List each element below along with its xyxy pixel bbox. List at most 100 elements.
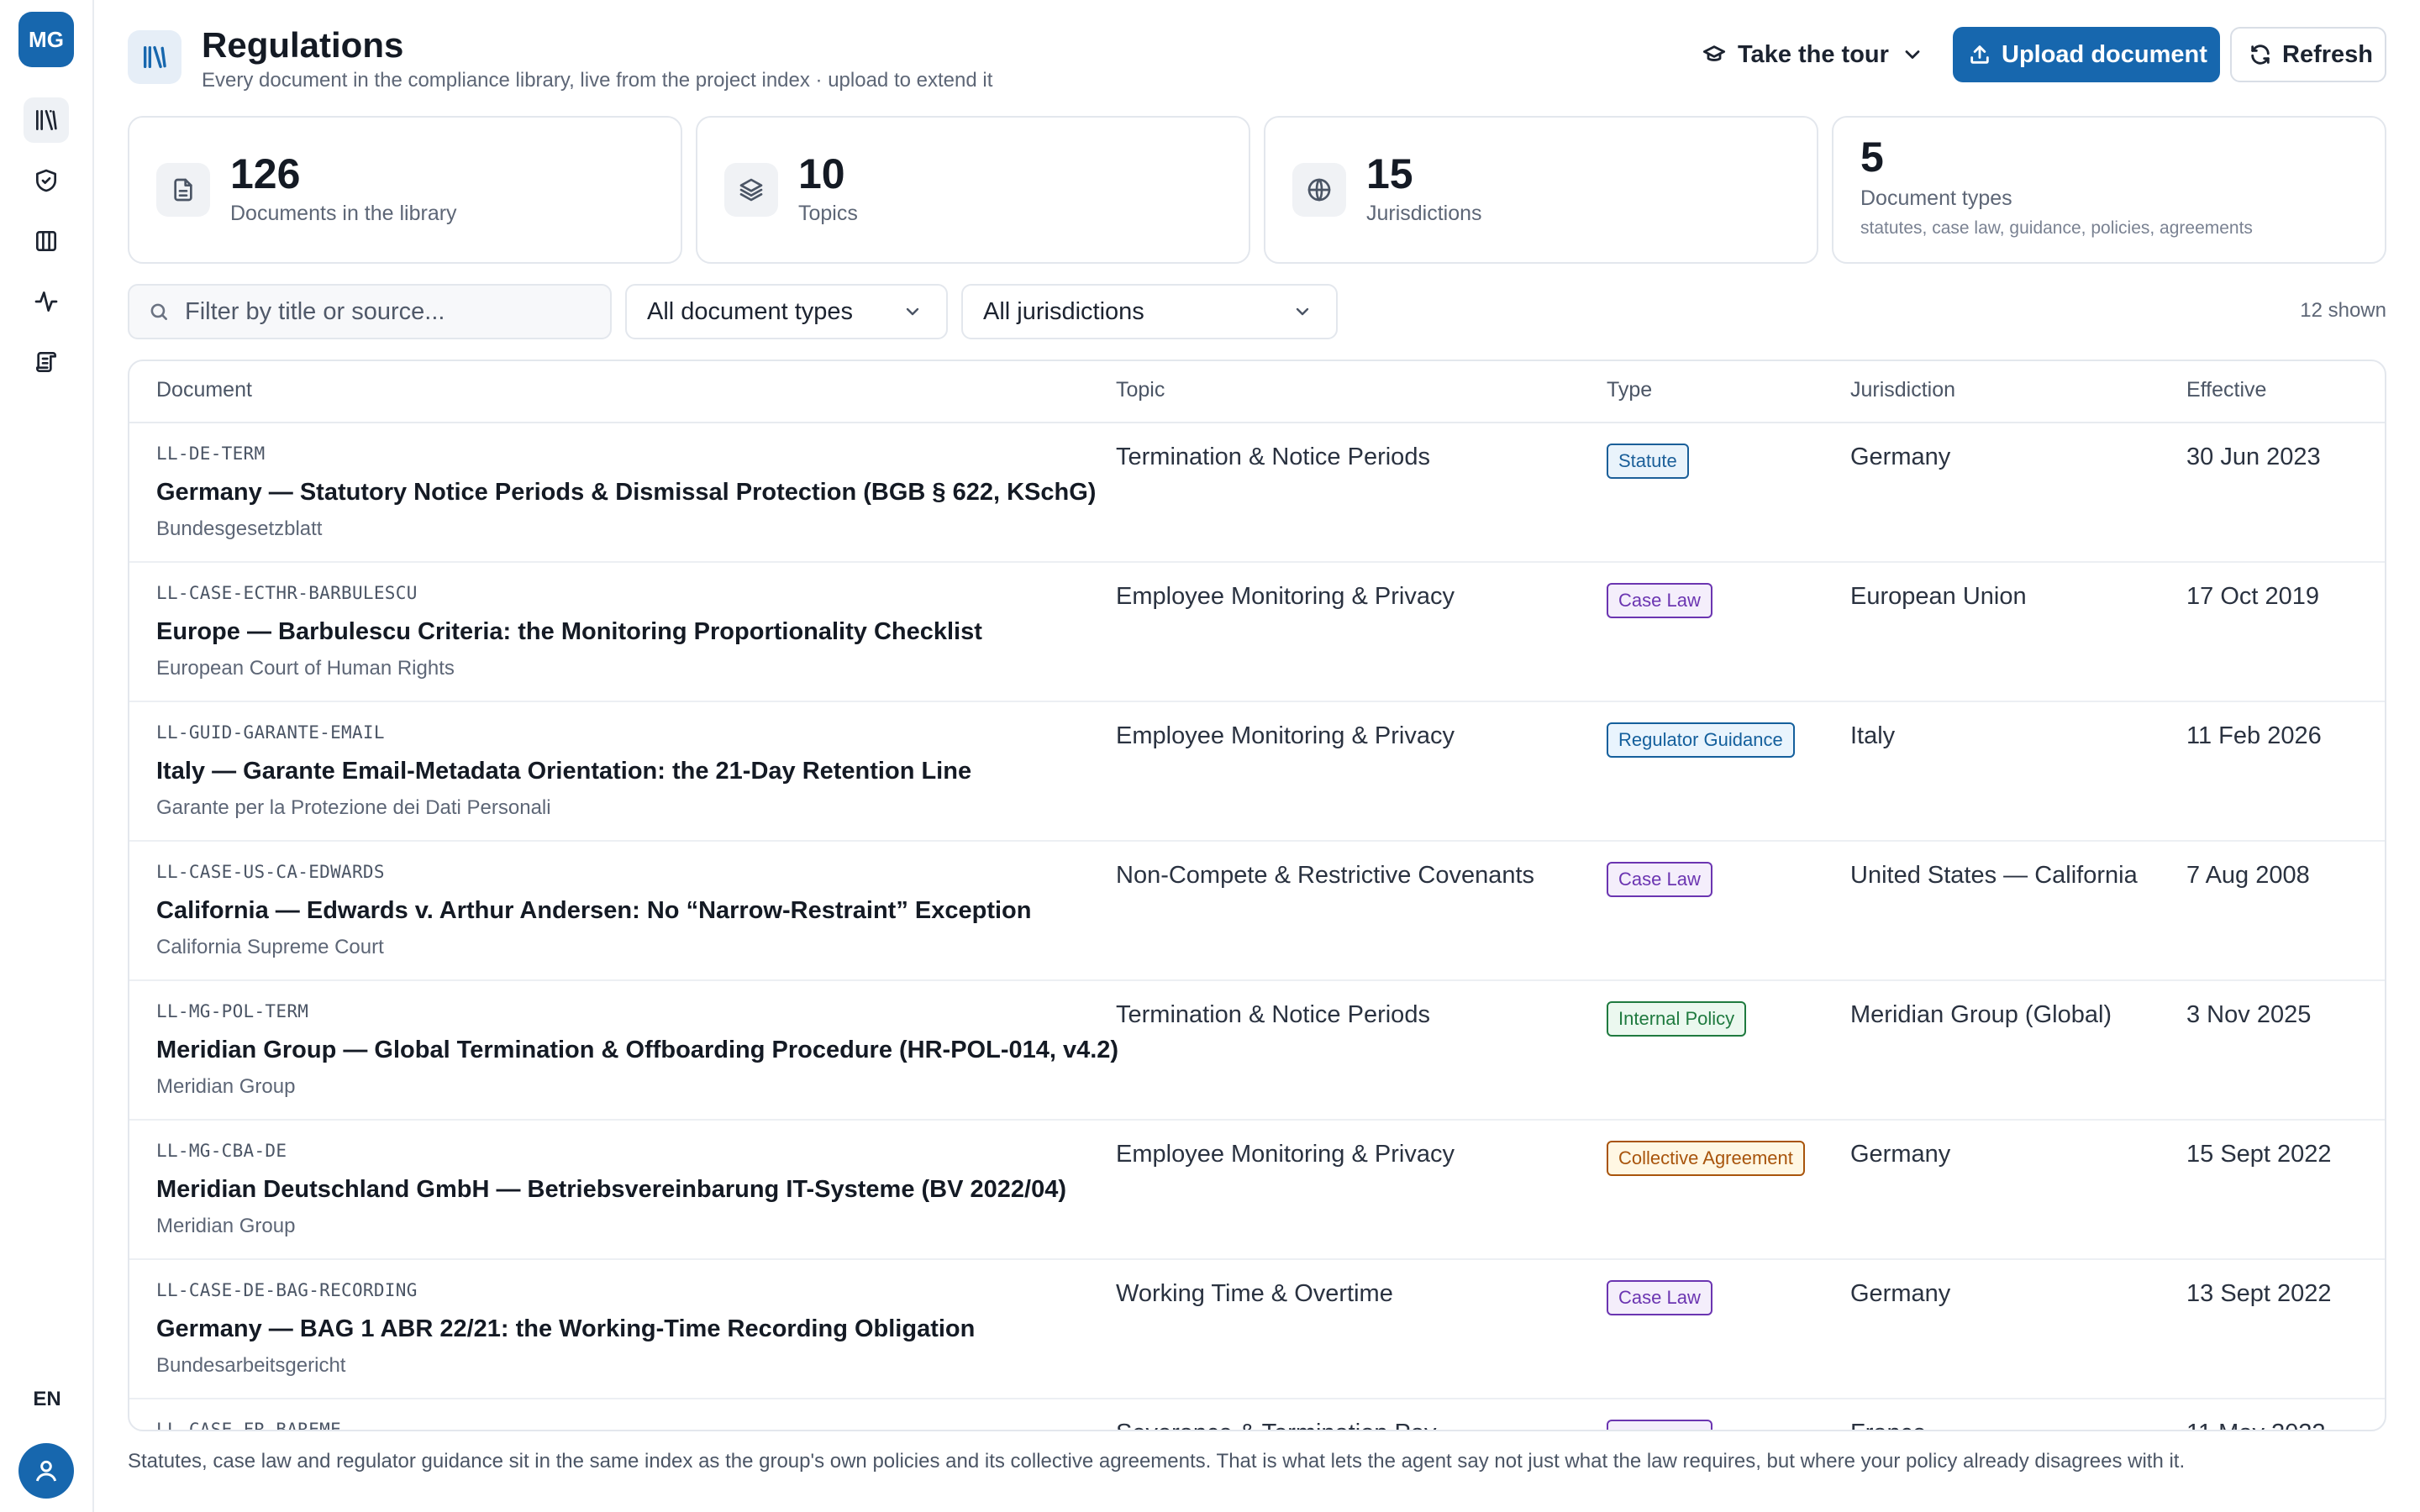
document-source: European Court of Human Rights (156, 657, 455, 680)
stat-value: 10 (798, 150, 845, 197)
table-row[interactable]: LL-CASE-ECTHR-BARBULESCU Europe — Barbul… (129, 563, 2385, 702)
nav-activity-icon[interactable] (24, 279, 69, 324)
column-header-effective[interactable]: Effective (2186, 378, 2266, 402)
document-topic: Working Time & Overtime (1116, 1280, 1393, 1307)
upload-document-button[interactable]: Upload document (1953, 27, 2220, 82)
stat-value: 15 (1366, 150, 1413, 197)
document-effective-date: 17 Oct 2019 (2186, 583, 2319, 610)
stat-label: Jurisdictions (1366, 202, 1482, 225)
upload-document-label: Upload document (2002, 40, 2207, 68)
stat-label: Document types (1860, 186, 2012, 210)
search-input[interactable] (183, 297, 587, 327)
document-id: LL-CASE-US-CA-EDWARDS (156, 862, 385, 882)
stat-card-jurisdictions: 15 Jurisdictions (1264, 116, 1818, 264)
chevron-down-icon (1905, 50, 1920, 59)
search-field[interactable] (128, 284, 612, 339)
table-row[interactable]: LL-DE-TERM Germany — Statutory Notice Pe… (129, 423, 2385, 563)
type-badge: Case Law (1607, 1420, 1712, 1430)
document-topic: Employee Monitoring & Privacy (1116, 583, 1455, 610)
upload-icon (1970, 45, 1989, 64)
document-effective-date: 11 Feb 2026 (2186, 722, 2322, 749)
document-id: LL-CASE-ECTHR-BARBULESCU (156, 583, 418, 603)
document-source: Meridian Group (156, 1075, 296, 1098)
shown-count: 12 shown (2300, 299, 2386, 322)
table-row[interactable]: LL-CASE-US-CA-EDWARDS California — Edwar… (129, 842, 2385, 981)
app-logo[interactable]: MG (18, 12, 74, 67)
globe-icon (1292, 163, 1346, 217)
document-effective-date: 15 Sept 2022 (2186, 1141, 2332, 1168)
table-row[interactable]: LL-MG-CBA-DE Meridian Deutschland GmbH —… (129, 1121, 2385, 1260)
document-id: LL-GUID-GARANTE-EMAIL (156, 722, 385, 743)
take-tour-button[interactable]: Take the tour (1697, 27, 1931, 82)
document-source: Garante per la Protezione dei Dati Perso… (156, 796, 551, 819)
nav-regulations-icon[interactable] (24, 97, 69, 143)
table-row[interactable]: LL-MG-POL-TERM Meridian Group — Global T… (129, 981, 2385, 1121)
document-effective-date: 3 Nov 2025 (2186, 1001, 2312, 1028)
chevron-down-icon (906, 307, 919, 316)
nav-columns-icon[interactable] (24, 218, 69, 264)
document-title[interactable]: Germany — BAG 1 ABR 22/21: the Working-T… (156, 1315, 975, 1343)
nav-scroll-icon[interactable] (24, 339, 69, 385)
type-badge: Case Law (1607, 583, 1712, 618)
document-title[interactable]: Italy — Garante Email-Metadata Orientati… (156, 758, 971, 785)
stat-detail: statutes, case law, guidance, policies, … (1860, 218, 2253, 238)
table-row[interactable]: LL-CASE-FR-BAREME Severance & Terminatio… (129, 1399, 2385, 1431)
document-jurisdiction: Meridian Group (Global) (1850, 1001, 2112, 1028)
document-jurisdiction: Germany (1850, 1280, 1951, 1307)
document-jurisdiction: European Union (1850, 583, 2027, 610)
type-badge: Case Law (1607, 1280, 1712, 1315)
column-header-topic[interactable]: Topic (1116, 378, 1165, 402)
document-source: California Supreme Court (156, 936, 384, 958)
stat-value: 126 (230, 150, 301, 197)
column-header-type[interactable]: Type (1607, 378, 1652, 402)
layers-icon (724, 163, 778, 217)
document-title[interactable]: Meridian Group — Global Termination & Of… (156, 1037, 1118, 1064)
user-icon (35, 1460, 57, 1482)
refresh-button[interactable]: Refresh (2230, 27, 2386, 82)
document-id: LL-MG-CBA-DE (156, 1141, 287, 1161)
page-subtitle: Every document in the compliance library… (202, 69, 993, 92)
language-switch[interactable]: EN (0, 1388, 94, 1411)
side-rail: MG EN (0, 0, 94, 1512)
graduation-cap-icon (1702, 45, 1726, 61)
jurisdiction-select[interactable]: All jurisdictions (961, 284, 1338, 339)
document-jurisdiction: Italy (1850, 722, 1896, 749)
take-tour-label: Take the tour (1738, 40, 1889, 68)
stat-card-documents: 126 Documents in the library (128, 116, 682, 264)
document-type-value: All document types (647, 297, 854, 325)
document-id: LL-CASE-DE-BAG-RECORDING (156, 1280, 418, 1300)
page-title: Regulations (202, 25, 404, 65)
stat-card-document-types: 5 Document types statutes, case law, gui… (1832, 116, 2386, 264)
document-topic: Termination & Notice Periods (1116, 1001, 1430, 1028)
table-row[interactable]: LL-GUID-GARANTE-EMAIL Italy — Garante Em… (129, 702, 2385, 842)
table-row[interactable]: LL-CASE-DE-BAG-RECORDING Germany — BAG 1… (129, 1260, 2385, 1399)
document-id: LL-MG-POL-TERM (156, 1001, 309, 1021)
user-avatar[interactable] (18, 1443, 74, 1499)
stat-label: Documents in the library (230, 202, 457, 225)
document-type-select[interactable]: All document types (625, 284, 948, 339)
stat-label: Topics (798, 202, 858, 225)
document-jurisdiction: United States — California (1850, 862, 2138, 889)
document-source: Bundesarbeitsgericht (156, 1354, 346, 1377)
stat-card-topics: 10 Topics (696, 116, 1250, 264)
type-badge: Regulator Guidance (1607, 722, 1795, 758)
refresh-label: Refresh (2282, 40, 2373, 68)
search-icon (150, 303, 167, 320)
column-header-jurisdiction[interactable]: Jurisdiction (1850, 378, 1955, 402)
document-topic: Termination & Notice Periods (1116, 444, 1430, 470)
document-title[interactable]: Germany — Statutory Notice Periods & Dis… (156, 479, 1096, 507)
table-header: Document Topic Type Jurisdiction Effecti… (129, 361, 2385, 423)
column-header-document[interactable]: Document (156, 378, 252, 402)
document-id: LL-CASE-FR-BAREME (156, 1420, 342, 1431)
document-effective-date: 11 May 2022 (2186, 1420, 2326, 1430)
document-source: Meridian Group (156, 1215, 296, 1237)
document-title[interactable]: Meridian Deutschland GmbH — Betriebsvere… (156, 1176, 1066, 1204)
type-badge: Statute (1607, 444, 1689, 479)
refresh-icon (2251, 45, 2270, 65)
document-effective-date: 30 Jun 2023 (2186, 444, 2321, 470)
footnote: Statutes, case law and regulator guidanc… (128, 1450, 2186, 1473)
document-title[interactable]: Europe — Barbulescu Criteria: the Monito… (156, 618, 982, 646)
nav-shield-icon[interactable] (24, 158, 69, 203)
document-title[interactable]: California — Edwards v. Arthur Andersen:… (156, 897, 1031, 925)
type-badge: Internal Policy (1607, 1001, 1747, 1037)
